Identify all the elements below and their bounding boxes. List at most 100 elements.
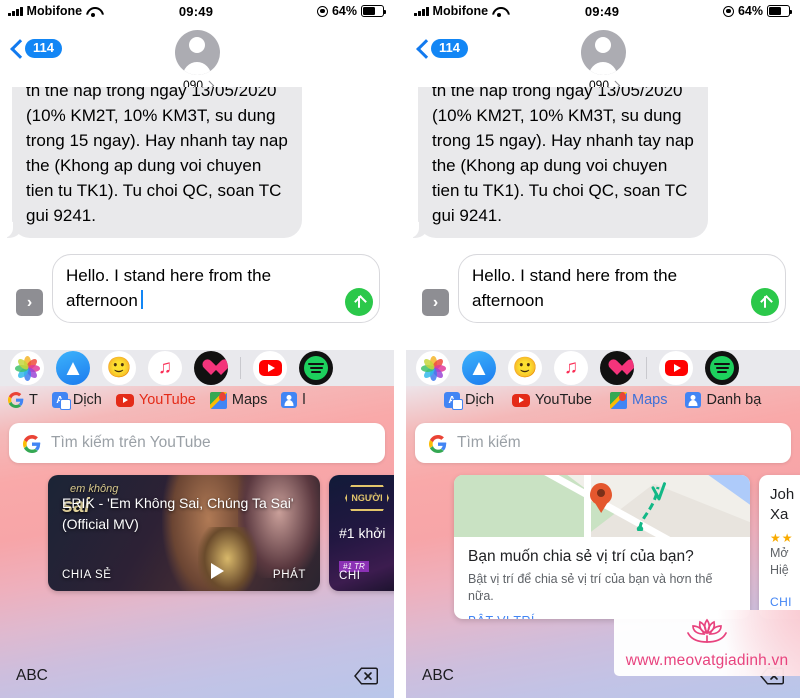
memoji-icon[interactable]: 🙂	[508, 351, 542, 385]
place-card[interactable]: Joh Xa ★★ Mở Hiệ CHI	[759, 475, 800, 619]
share-button[interactable]: CHIA SẺ	[62, 569, 112, 581]
memoji-glyph-icon: 🙂	[512, 357, 538, 379]
place-title-line2: Xa	[770, 506, 789, 523]
imessage-app-strip: ▲ 🙂 ♫	[0, 350, 394, 386]
status-bar-left: Mobifone	[414, 4, 585, 18]
video2-share-button[interactable]: CHI	[339, 570, 361, 582]
wifi-icon	[86, 6, 100, 17]
imessage-apps-button[interactable]: ›	[422, 289, 449, 316]
shortcut-google-translate[interactable]: A Dịch	[51, 392, 102, 410]
app-drawer: ▲ 🙂 ♫ A Dịch YouTube Maps Danh bạ Tìm ki…	[406, 350, 800, 698]
location-services-icon	[722, 5, 734, 17]
imessage-apps-button[interactable]: ›	[16, 289, 43, 316]
status-bar-right: 64%	[619, 4, 793, 18]
place-title-line1: Joh	[770, 486, 795, 503]
search-input[interactable]: Tìm kiếm	[415, 423, 791, 463]
contact-header[interactable]: 090	[406, 30, 800, 92]
health-icon[interactable]	[600, 351, 634, 385]
location-card-description: Bật vị trí để chia sẻ vị trí của bạn và …	[468, 572, 713, 603]
message-composer: › Hello. I stand here from the afternoon	[418, 238, 788, 323]
music-note-glyph-icon: ♫	[563, 357, 579, 378]
signal-bars-icon	[414, 6, 429, 16]
youtube-icon	[115, 393, 134, 407]
location-share-card[interactable]: Bạn muốn chia sẻ vị trí của bạn? Bật vị …	[454, 475, 750, 619]
send-button[interactable]	[345, 288, 373, 316]
battery-percent-label: 64%	[331, 4, 357, 18]
apple-music-icon[interactable]: ♫	[148, 351, 182, 385]
video2-title: #1 khởi	[339, 525, 386, 541]
memoji-glyph-icon: 🙂	[106, 357, 132, 379]
watermark: www.meovatgiadinh.vn	[614, 610, 800, 676]
dual-screenshot-stage: Mobifone 09:49 64% 114 090 th the nap tr…	[0, 0, 800, 698]
spotify-icon[interactable]	[705, 351, 739, 385]
place-line-2: Hiệ	[770, 563, 789, 577]
shortcut-youtube[interactable]: YouTube	[512, 392, 592, 408]
shortcut-google-translate[interactable]: A Dịch	[444, 392, 494, 410]
card-art	[197, 527, 258, 591]
video-card-actions: CHIA SẺ PHÁT	[48, 569, 320, 581]
photos-icon[interactable]	[416, 351, 450, 385]
place-line-1: Mở	[770, 546, 789, 560]
google-shortcut-row: A Dịch YouTube Maps Danh bạ	[406, 386, 800, 414]
shortcut-google-search[interactable]: T	[8, 392, 38, 408]
youtube-icon[interactable]	[659, 351, 693, 385]
search-placeholder: Tìm kiếm	[457, 434, 521, 451]
app-store-glyph-icon: ▲	[62, 355, 84, 380]
navigation-bar: 114 090	[0, 22, 394, 92]
search-placeholder: Tìm kiếm trên YouTube	[51, 434, 211, 451]
heart-glyph-icon	[202, 360, 221, 377]
youtube-video-card-2[interactable]: NGƯỜI #1 khởi #1 TR CHI	[329, 475, 394, 591]
location-card-title: Bạn muốn chia sẻ vị trí của bạn?	[468, 548, 694, 565]
panel-divider	[394, 0, 406, 698]
play-button[interactable]: PHÁT	[273, 569, 306, 581]
health-icon[interactable]	[194, 351, 228, 385]
search-input[interactable]: Tìm kiếm trên YouTube	[9, 423, 385, 463]
clock-label: 09:49	[584, 3, 620, 19]
shortcut-maps[interactable]: Maps	[610, 391, 667, 409]
google-logo-icon	[23, 435, 41, 453]
message-input[interactable]: Hello. I stand here from the afternoon	[52, 254, 380, 323]
shortcut-label: T	[29, 392, 38, 408]
watermark-text: www.meovatgiadinh.vn	[625, 652, 789, 669]
youtube-video-card[interactable]: em không sai ERIK - 'Em Không Sai, Chúng…	[48, 475, 320, 591]
google-shortcut-row: T A Dịch YouTube Maps l	[0, 386, 394, 414]
shortcut-contacts[interactable]: l	[281, 392, 306, 408]
arrow-up-icon	[759, 295, 772, 309]
app-strip-divider	[646, 357, 647, 379]
message-bubble-text: th the nap trong ngay 13/05/2020 (10% KM…	[26, 87, 288, 225]
clock-label: 09:49	[178, 3, 214, 19]
google-logo-icon	[429, 435, 447, 453]
abc-key[interactable]: ABC	[16, 667, 48, 685]
music-note-glyph-icon: ♫	[157, 357, 173, 378]
arrow-up-icon	[353, 295, 366, 309]
message-input[interactable]: Hello. I stand here from the afternoon	[458, 254, 786, 323]
apple-music-icon[interactable]: ♫	[554, 351, 588, 385]
route-line-icon	[632, 481, 666, 531]
google-maps-icon	[610, 391, 627, 409]
app-store-icon[interactable]: ▲	[56, 351, 90, 385]
photos-glyph-icon	[420, 355, 446, 381]
app-strip-divider	[240, 357, 241, 379]
place-share-button[interactable]: CHI	[770, 595, 792, 609]
send-button[interactable]	[751, 288, 779, 316]
contact-header[interactable]: 090	[0, 30, 394, 92]
message-composer: › Hello. I stand here from the afternoon	[12, 238, 382, 323]
memoji-icon[interactable]: 🙂	[102, 351, 136, 385]
backspace-icon[interactable]	[354, 667, 378, 685]
abc-key[interactable]: ABC	[422, 667, 454, 685]
shortcut-youtube[interactable]: YouTube	[115, 392, 196, 408]
photos-icon[interactable]	[10, 351, 44, 385]
spotify-icon[interactable]	[299, 351, 333, 385]
text-caret	[140, 290, 143, 309]
youtube-icon	[512, 393, 531, 407]
google-maps-icon	[209, 391, 227, 409]
status-bar-left: Mobifone	[8, 4, 179, 18]
youtube-play-glyph-icon	[258, 360, 282, 376]
phone-screenshot-right: Mobifone 09:49 64% 114 090 th the nap tr…	[406, 0, 800, 698]
app-store-icon[interactable]: ▲	[462, 351, 496, 385]
shortcut-contacts[interactable]: Danh bạ	[685, 392, 761, 408]
shortcut-maps[interactable]: Maps	[209, 391, 267, 409]
youtube-icon[interactable]	[253, 351, 287, 385]
message-bubble-incoming: th the nap trong ngay 13/05/2020 (10% KM…	[409, 87, 708, 238]
conversation-area: th the nap trong ngay 13/05/2020 (10% KM…	[0, 87, 394, 342]
